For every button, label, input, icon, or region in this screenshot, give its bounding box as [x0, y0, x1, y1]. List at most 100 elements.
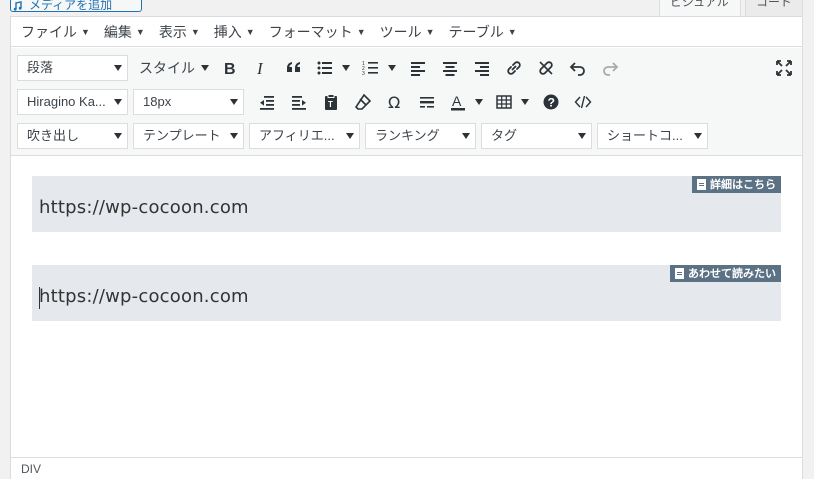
table-icon: [496, 95, 512, 109]
align-right-button[interactable]: [469, 55, 495, 81]
unlink-icon: [539, 61, 553, 75]
menu-file-label: ファイル: [21, 23, 77, 40]
affiliate-select[interactable]: アフィリエ...: [249, 123, 360, 149]
style-select-label: スタイル: [139, 60, 195, 76]
shortcode-select[interactable]: ショートコ...: [597, 123, 708, 149]
chevron-down-icon: ▼: [425, 26, 435, 37]
format-select-value: 段落: [27, 60, 54, 75]
chevron-down-icon: [230, 99, 238, 105]
blogcard[interactable]: あわせて読みたい https://wp-cocoon.com: [32, 265, 781, 321]
text-color-icon: A: [451, 93, 465, 111]
link-icon: [507, 61, 521, 75]
chevron-down-icon: [346, 133, 354, 139]
menu-tools-label: ツール: [379, 23, 422, 40]
menu-format[interactable]: フォーマット ▼: [269, 22, 366, 42]
toolbar-row-2: Hiragino Ka... 18px T Ω A ?: [17, 89, 602, 115]
format-select[interactable]: 段落: [17, 55, 128, 81]
shortcode-select-value: ショートコ...: [607, 128, 683, 143]
paste-text-icon: T: [325, 94, 337, 110]
chevron-down-icon: ▼: [81, 26, 90, 37]
numbered-list-button[interactable]: 123: [359, 55, 399, 81]
template-select[interactable]: テンプレート: [133, 123, 244, 149]
svg-text:B: B: [224, 61, 236, 77]
chevron-down-icon: [342, 65, 350, 71]
toolbars: 段落 スタイル B I 123 Hiragino Ka... 18px T Ω …: [11, 48, 802, 156]
add-media-label: メディアを追加: [29, 0, 113, 12]
code-button[interactable]: [570, 89, 596, 115]
tab-visual[interactable]: ビジュアル: [659, 0, 741, 16]
menu-edit[interactable]: 編集 ▼: [104, 22, 145, 42]
table-button[interactable]: [492, 89, 532, 115]
chevron-down-icon: [114, 65, 122, 71]
bold-button[interactable]: B: [217, 55, 243, 81]
menu-view[interactable]: 表示 ▼: [159, 22, 200, 42]
italic-button[interactable]: I: [249, 55, 275, 81]
toolbar-row-3: 吹き出し テンプレート アフィリエ... ランキング タグ ショートコ...: [17, 123, 713, 149]
fullscreen-button[interactable]: [771, 55, 797, 81]
chevron-down-icon: ▼: [507, 26, 517, 37]
ranking-select[interactable]: ランキング: [365, 123, 476, 149]
blogcard[interactable]: 詳細はこちら https://wp-cocoon.com: [32, 176, 781, 232]
menu-insert[interactable]: 挿入 ▼: [214, 22, 255, 42]
blogcard-label-text: あわせて読みたい: [688, 267, 776, 280]
chevron-down-icon: [578, 133, 586, 139]
menu-tools[interactable]: ツール ▼: [380, 22, 435, 42]
undo-button[interactable]: [565, 55, 591, 81]
menu-table[interactable]: テーブル ▼: [449, 22, 517, 42]
svg-text:T: T: [328, 100, 333, 109]
balloon-select[interactable]: 吹き出し: [17, 123, 128, 149]
link-button[interactable]: [501, 55, 527, 81]
chevron-down-icon: [201, 65, 209, 71]
help-icon: ?: [543, 94, 559, 110]
code-icon: [574, 95, 592, 109]
menu-file[interactable]: ファイル ▼: [21, 22, 90, 42]
special-char-button[interactable]: Ω: [382, 89, 408, 115]
help-button[interactable]: ?: [538, 89, 564, 115]
tag-select-value: タグ: [491, 128, 518, 143]
numbered-list-icon: 123: [362, 61, 378, 77]
editor-content[interactable]: 詳細はこちら https://wp-cocoon.com あわせて読みたい ht…: [11, 157, 802, 457]
horizontal-rule-button[interactable]: [414, 89, 440, 115]
italic-icon: I: [256, 59, 264, 77]
music-note-icon: [13, 1, 22, 11]
chevron-down-icon: [388, 65, 396, 71]
chevron-down-icon: [521, 99, 529, 105]
eraser-icon: [354, 93, 372, 110]
tag-select[interactable]: タグ: [481, 123, 592, 149]
ranking-select-value: ランキング: [375, 128, 440, 143]
outdent-icon: [260, 96, 274, 110]
redo-button[interactable]: [597, 55, 623, 81]
chevron-down-icon: ▼: [135, 26, 145, 37]
align-right-icon: [475, 62, 489, 76]
chevron-down-icon: ▼: [190, 26, 200, 37]
add-media-button[interactable]: メディアを追加: [10, 0, 142, 12]
clear-format-button[interactable]: [350, 89, 376, 115]
element-path[interactable]: DIV: [21, 462, 41, 476]
paste-text-button[interactable]: T: [318, 89, 344, 115]
bold-icon: B: [224, 61, 236, 77]
template-select-value: テンプレート: [143, 128, 221, 143]
affiliate-select-value: アフィリエ...: [259, 128, 335, 143]
menu-table-label: テーブル: [448, 23, 504, 40]
redo-icon: [603, 62, 619, 76]
align-left-button[interactable]: [405, 55, 431, 81]
font-size-select[interactable]: 18px: [133, 89, 244, 115]
text-color-button[interactable]: A: [446, 89, 486, 115]
style-select[interactable]: スタイル: [133, 55, 213, 81]
bullet-list-button[interactable]: [313, 55, 353, 81]
unlink-button[interactable]: [533, 55, 559, 81]
align-center-button[interactable]: [437, 55, 463, 81]
chevron-down-icon: [114, 133, 122, 139]
menu-insert-label: 挿入: [213, 23, 242, 40]
outdent-button[interactable]: [254, 89, 280, 115]
blockquote-button[interactable]: [281, 55, 307, 81]
blogcard-label: 詳細はこちら: [692, 176, 781, 193]
svg-text:?: ?: [548, 96, 555, 110]
svg-text:A: A: [452, 93, 462, 109]
font-family-select[interactable]: Hiragino Ka...: [17, 89, 128, 115]
indent-button[interactable]: [286, 89, 312, 115]
tab-code[interactable]: コード: [745, 0, 803, 16]
omega-icon: Ω: [388, 93, 400, 111]
chevron-down-icon: ▼: [245, 26, 255, 37]
undo-icon: [569, 62, 585, 76]
